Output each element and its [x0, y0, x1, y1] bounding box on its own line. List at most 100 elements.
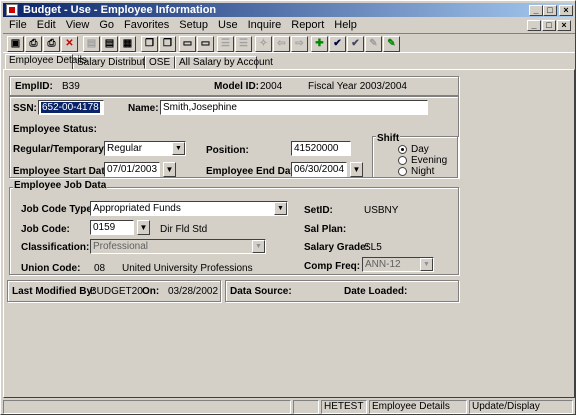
list-icon[interactable]: ☰ — [217, 36, 234, 52]
header-group: EmplID: B39 Model ID: 2004 Fiscal Year 2… — [9, 76, 459, 96]
check-icon[interactable]: ✔ — [329, 36, 346, 52]
menu-help[interactable]: Help — [334, 19, 357, 31]
name-field[interactable]: Smith,Josephine — [160, 100, 428, 115]
status-pane-page: Employee Details — [369, 400, 467, 414]
menu-bar: File Edit View Go Favorites Setup Use Inquire Re… — [3, 18, 361, 32]
employee-details-panel: EmplID: B39 Model ID: 2004 Fiscal Year 2… — [3, 69, 575, 398]
app-window: Budget - Use - Employee Information _ □ … — [0, 0, 576, 415]
regular-temporary-value: Regular — [107, 143, 143, 154]
tab-all-salary-by-account[interactable]: All Salary by Account — [175, 56, 273, 69]
shift-day-radio[interactable] — [398, 145, 407, 154]
menu-go[interactable]: Go — [99, 19, 114, 31]
maximize-button[interactable]: □ — [543, 5, 557, 16]
delete-icon[interactable]: ✕ — [61, 36, 78, 52]
job-code-type-label: Job Code Type: — [21, 204, 96, 215]
window-title: Budget - Use - Employee Information — [23, 4, 217, 16]
start-date-field[interactable]: 07/01/2003 — [104, 162, 160, 177]
model-id-value: 2004 — [260, 81, 283, 92]
classification-label: Classification: — [21, 242, 90, 253]
add-icon[interactable]: ✚ — [311, 36, 328, 52]
job-code-lookup-button[interactable]: ▼ — [137, 220, 150, 235]
shift-night-radio[interactable] — [398, 167, 407, 176]
chevron-down-icon[interactable]: ▼ — [420, 258, 433, 271]
ssn-label: SSN: — [13, 103, 37, 114]
back-icon[interactable]: ⇦ — [273, 36, 290, 52]
job-code-field[interactable]: 0159 — [90, 220, 134, 235]
job-code-description: Dir Fld Std — [160, 224, 208, 235]
salary-grade-label: Salary Grade: — [304, 242, 370, 253]
classification-select[interactable]: Professional ▼ — [90, 239, 266, 254]
doc-2-icon[interactable]: ▭ — [197, 36, 214, 52]
job-code-type-select[interactable]: Appropriated Funds ▼ — [90, 201, 288, 216]
menu-favorites[interactable]: Favorites — [124, 19, 169, 31]
check-2-icon[interactable]: ✔ — [347, 36, 364, 52]
menu-edit[interactable]: Edit — [37, 19, 56, 31]
menu-report[interactable]: Report — [291, 19, 324, 31]
job-data-label: Employee Job Data — [13, 180, 108, 191]
modified-on-label: On: — [142, 286, 160, 297]
refresh-icon[interactable]: ✧ — [255, 36, 272, 52]
status-pane-mode: Update/Display — [469, 400, 573, 414]
salary-grade-value: SL5 — [364, 242, 382, 253]
regular-temporary-select[interactable]: Regular ▼ — [104, 141, 186, 156]
mdi-close-button[interactable]: × — [557, 20, 571, 31]
ssn-value: 652-00-4178 — [41, 102, 100, 113]
print-all-icon[interactable]: ⎙ — [43, 36, 60, 52]
emplid-value: B39 — [62, 81, 80, 92]
save-icon[interactable]: ▣ — [7, 36, 24, 52]
position-label: Position: — [206, 145, 249, 156]
menu-use[interactable]: Use — [218, 19, 238, 31]
shift-label: Shift — [376, 133, 401, 144]
status-bar: HETEST Employee Details Update/Display — [3, 400, 575, 414]
union-code-value: 08 — [94, 263, 106, 274]
menu-view[interactable]: View — [66, 19, 90, 31]
comp-freq-value: ANN-12 — [365, 259, 401, 270]
end-date-field[interactable]: 06/30/2004 — [291, 162, 347, 177]
regular-temporary-label: Regular/Temporary: — [13, 144, 108, 155]
chevron-down-icon[interactable]: ▼ — [252, 240, 265, 253]
job-code-label: Job Code: — [21, 224, 70, 235]
last-modified-label: Last Modified By: — [12, 286, 96, 297]
new-window-2-icon[interactable]: ❐ — [159, 36, 176, 52]
mdi-restore-button[interactable]: □ — [542, 20, 556, 31]
paste-icon[interactable]: ▤ — [101, 36, 118, 52]
close-button[interactable]: × — [559, 5, 573, 16]
toolbar: ▣ ⎙ ⎙ ✕ ▤ ▤ ▦ ❐ ❐ ▭ ▭ ☰ ☰ ✧ ⇦ ⇨ ✚ ✔ ✔ ✎ … — [3, 33, 575, 53]
grid-icon[interactable]: ▦ — [119, 36, 136, 52]
status-pane-message — [3, 400, 291, 414]
forward-icon[interactable]: ⇨ — [291, 36, 308, 52]
shift-night-label: Night — [411, 166, 435, 177]
pencil-icon[interactable]: ✎ — [383, 36, 400, 52]
ssn-field[interactable]: 652-00-4178 — [38, 100, 104, 115]
data-source-group: Data Source: Date Loaded: — [225, 280, 459, 302]
end-date-lookup-button[interactable]: ▼ — [350, 162, 363, 177]
last-modified-value: BUDGET20 — [90, 286, 143, 297]
date-loaded-label: Date Loaded: — [344, 286, 408, 297]
comp-freq-select[interactable]: ANN-12 ▼ — [362, 257, 434, 272]
tab-ose[interactable]: OSE — [145, 56, 175, 69]
app-icon — [6, 4, 18, 16]
position-field[interactable]: 41520000 — [291, 141, 351, 156]
menu-file[interactable]: File — [9, 19, 27, 31]
edit-icon[interactable]: ✎ — [365, 36, 382, 52]
status-pane-database: HETEST — [321, 400, 367, 414]
menu-inquire[interactable]: Inquire — [248, 19, 282, 31]
print-icon[interactable]: ⎙ — [25, 36, 42, 52]
chevron-down-icon[interactable]: ▼ — [172, 142, 185, 155]
tab-employee-details[interactable]: Employee Details — [5, 54, 87, 69]
copy-icon[interactable]: ▤ — [83, 36, 100, 52]
chevron-down-icon[interactable]: ▼ — [274, 202, 287, 215]
new-window-icon[interactable]: ❐ — [141, 36, 158, 52]
minimize-button[interactable]: _ — [529, 5, 543, 16]
doc-icon[interactable]: ▭ — [179, 36, 196, 52]
fiscal-year: Fiscal Year 2003/2004 — [308, 81, 407, 92]
emplid-label: EmplID: — [15, 81, 53, 92]
end-date-label: Employee End Date: — [206, 166, 303, 177]
title-bar: Budget - Use - Employee Information _ □ … — [3, 3, 573, 17]
list-2-icon[interactable]: ☰ — [235, 36, 252, 52]
shift-evening-radio[interactable] — [398, 156, 407, 165]
menu-setup[interactable]: Setup — [179, 19, 208, 31]
comp-freq-label: Comp Freq: — [304, 261, 361, 272]
mdi-minimize-button[interactable]: _ — [527, 20, 541, 31]
start-date-lookup-button[interactable]: ▼ — [163, 162, 176, 177]
